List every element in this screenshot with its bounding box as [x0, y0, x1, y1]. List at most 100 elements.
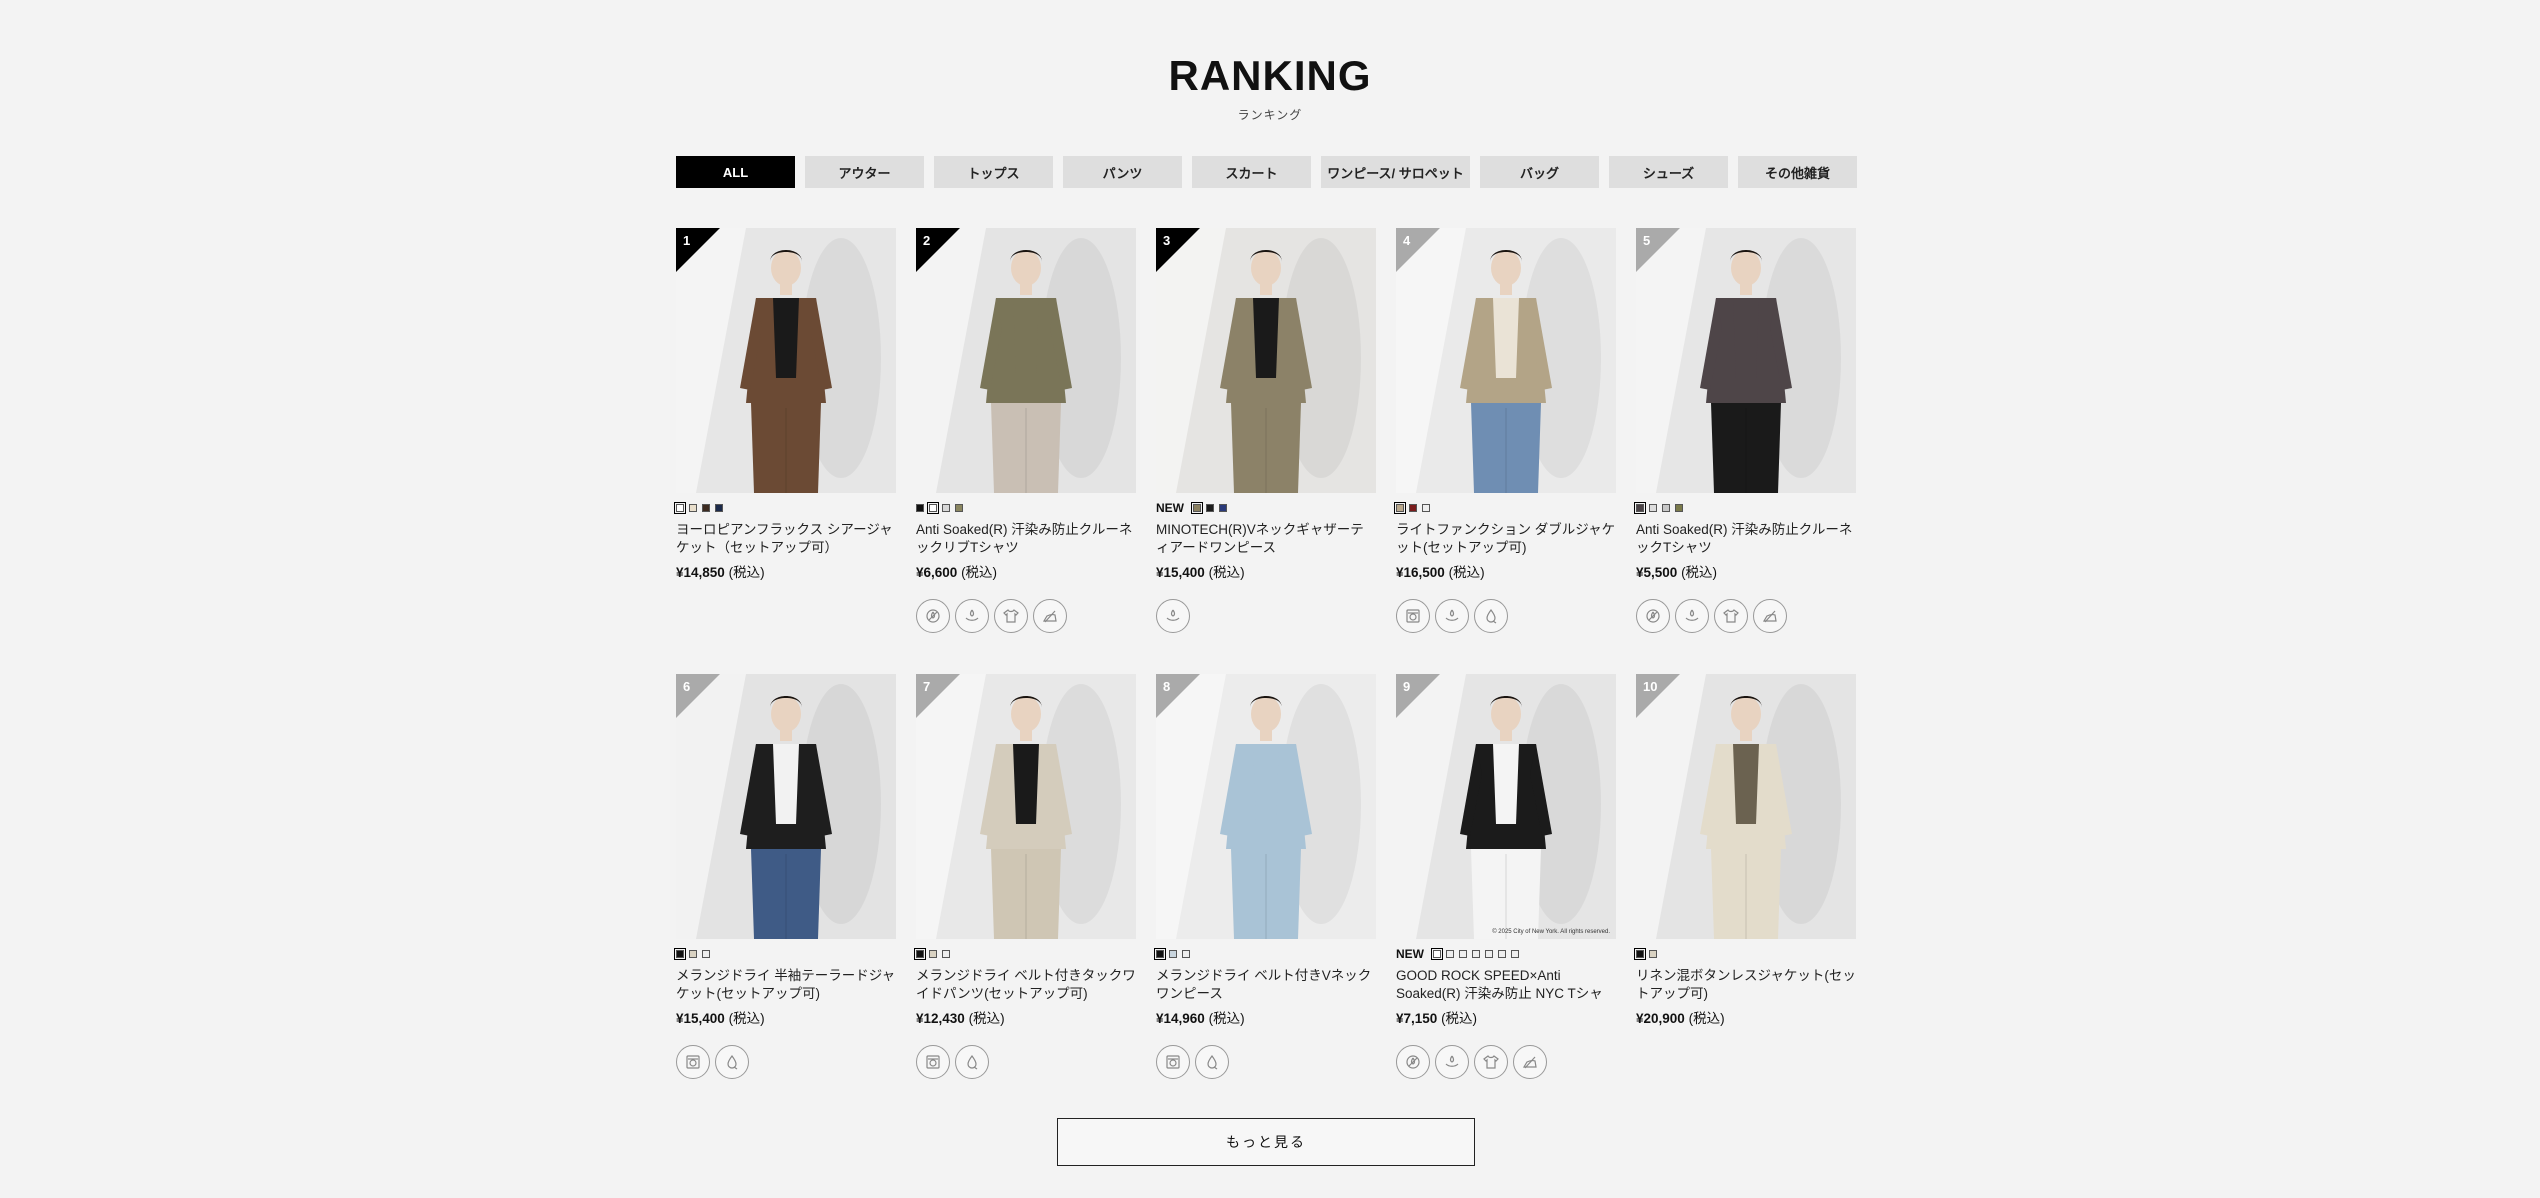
tab-onepiece[interactable]: ワンピース/ サロペット — [1321, 156, 1470, 188]
product-name[interactable]: ヨーロピアンフラックス シアージャケット（セットアップ可） — [676, 521, 896, 557]
color-swatch[interactable] — [1485, 950, 1493, 958]
product-card[interactable]: 5 Anti Soaked(R) 汗染み防止クルーネックTシャツ ¥5,500 (… — [1634, 228, 1856, 674]
color-swatch[interactable] — [1511, 950, 1519, 958]
tab-all[interactable]: ALL — [676, 156, 795, 188]
no-sweat-icon — [916, 599, 950, 633]
product-card[interactable]: 4 ライトファンクション ダブルジャケット(セットアップ可) ¥16,500 (税… — [1394, 228, 1616, 674]
tab-shoes[interactable]: シューズ — [1609, 156, 1728, 188]
see-more-button[interactable]: もっと見る — [1057, 1118, 1475, 1166]
color-swatch[interactable] — [1219, 504, 1227, 512]
color-swatch[interactable] — [1472, 950, 1480, 958]
product-card[interactable]: 10 リネン混ボタンレスジャケット(セットアップ可) ¥20,900 (税込) — [1634, 674, 1856, 1120]
product-image[interactable]: 10 — [1636, 674, 1856, 939]
no-iron-icon — [1033, 599, 1067, 633]
color-swatch[interactable] — [914, 948, 926, 960]
tshirt-icon — [994, 599, 1028, 633]
tab-skirt[interactable]: スカート — [1192, 156, 1311, 188]
product-name[interactable]: Anti Soaked(R) 汗染み防止クルーネックTシャツ — [1636, 521, 1856, 557]
tab-goods[interactable]: その他雑貨 — [1738, 156, 1857, 188]
product-image[interactable]: 8 — [1156, 674, 1376, 939]
product-price: ¥12,430 (税込) — [916, 1007, 1136, 1027]
product-card[interactable]: 2 Anti Soaked(R) 汗染み防止クルーネックリブTシャツ ¥6,600… — [916, 228, 1136, 674]
color-swatch[interactable] — [1649, 950, 1657, 958]
color-swatch[interactable] — [715, 504, 723, 512]
color-swatches: NEW — [1156, 501, 1376, 515]
product-name[interactable]: GOOD ROCK SPEED×Anti Soaked(R) 汗染み防止 NYC… — [1396, 967, 1616, 1003]
feature-icons — [916, 1045, 1136, 1079]
water-repellent-icon — [715, 1045, 749, 1079]
product-name[interactable]: メランジドライ 半袖テーラードジャケット(セットアップ可) — [676, 967, 896, 1003]
color-swatch[interactable] — [1634, 948, 1646, 960]
color-swatch[interactable] — [1394, 502, 1406, 514]
wash-icon — [1396, 599, 1430, 633]
color-swatch[interactable] — [1191, 502, 1203, 514]
color-swatch[interactable] — [1634, 502, 1646, 514]
color-swatch[interactable] — [929, 950, 937, 958]
price-value: ¥20,900 — [1636, 1011, 1685, 1026]
water-repellent-icon — [1195, 1045, 1229, 1079]
color-swatch[interactable] — [942, 504, 950, 512]
color-swatch[interactable] — [1206, 504, 1214, 512]
tab-outer[interactable]: アウター — [805, 156, 924, 188]
tab-bag[interactable]: バッグ — [1480, 156, 1599, 188]
color-swatch[interactable] — [927, 502, 939, 514]
color-swatch[interactable] — [1446, 950, 1454, 958]
color-swatch[interactable] — [1675, 504, 1683, 512]
tax-label: (税込) — [1208, 565, 1245, 580]
page-title: RANKING — [1168, 52, 1372, 99]
product-image[interactable]: 5 — [1636, 228, 1856, 493]
product-image[interactable]: 1 — [676, 228, 896, 493]
color-swatch[interactable] — [689, 504, 697, 512]
color-swatch[interactable] — [1431, 948, 1443, 960]
color-swatch[interactable] — [916, 504, 924, 512]
color-swatch[interactable] — [1662, 504, 1670, 512]
color-swatch[interactable] — [1649, 504, 1657, 512]
price-value: ¥12,430 — [916, 1011, 965, 1026]
product-name[interactable]: ライトファンクション ダブルジャケット(セットアップ可) — [1396, 521, 1616, 557]
color-swatch[interactable] — [674, 948, 686, 960]
color-swatches — [674, 947, 896, 961]
product-image[interactable]: 9 © 2025 City of New York. All rights re… — [1396, 674, 1616, 939]
product-image[interactable]: 2 — [916, 228, 1136, 493]
product-name[interactable]: リネン混ボタンレスジャケット(セットアップ可) — [1636, 967, 1856, 1003]
color-swatch[interactable] — [955, 504, 963, 512]
no-iron-icon — [1753, 599, 1787, 633]
color-swatch[interactable] — [1459, 950, 1467, 958]
product-image[interactable]: 4 — [1396, 228, 1616, 493]
product-card[interactable]: 1 ヨーロピアンフラックス シアージャケット（セットアップ可） ¥14,850 (… — [674, 228, 896, 674]
color-swatch[interactable] — [702, 950, 710, 958]
product-card[interactable]: 3 NEW MINOTECH(R)Vネックギャザーティアードワンピース ¥15,40… — [1156, 228, 1376, 674]
tax-label: (税込) — [1688, 1011, 1725, 1026]
product-price: ¥20,900 (税込) — [1636, 1007, 1856, 1027]
tab-pants[interactable]: パンツ — [1063, 156, 1182, 188]
color-swatch[interactable] — [1422, 504, 1430, 512]
no-sweat-icon — [1636, 599, 1670, 633]
tab-tops[interactable]: トップス — [934, 156, 1053, 188]
color-swatch[interactable] — [1409, 504, 1417, 512]
product-price: ¥14,850 (税込) — [676, 561, 896, 581]
color-swatch[interactable] — [674, 502, 686, 514]
product-name[interactable]: MINOTECH(R)Vネックギャザーティアードワンピース — [1156, 521, 1376, 557]
color-swatch[interactable] — [1154, 948, 1166, 960]
no-sweat-icon — [1396, 1045, 1430, 1079]
color-swatch[interactable] — [702, 504, 710, 512]
product-card[interactable]: 7 メランジドライ ベルト付きタックワイドパンツ(セットアップ可) ¥12,430… — [914, 674, 1136, 1120]
color-swatch[interactable] — [942, 950, 950, 958]
product-image[interactable]: 6 — [676, 674, 896, 939]
color-swatch[interactable] — [1498, 950, 1506, 958]
color-swatch[interactable] — [1182, 950, 1190, 958]
product-card[interactable]: 8 メランジドライ ベルト付きVネックワンピース ¥14,960 (税込) — [1154, 674, 1376, 1120]
no-iron-icon — [1513, 1045, 1547, 1079]
tax-label: (税込) — [1208, 1011, 1245, 1026]
product-image[interactable]: 7 — [916, 674, 1136, 939]
product-image[interactable]: 3 — [1156, 228, 1376, 493]
wash-icon — [916, 1045, 950, 1079]
feature-icons — [1156, 599, 1376, 633]
product-name[interactable]: メランジドライ ベルト付きタックワイドパンツ(セットアップ可) — [916, 967, 1136, 1003]
product-name[interactable]: Anti Soaked(R) 汗染み防止クルーネックリブTシャツ — [916, 521, 1136, 557]
color-swatch[interactable] — [689, 950, 697, 958]
product-card[interactable]: 9 © 2025 City of New York. All rights re… — [1396, 674, 1616, 1120]
color-swatch[interactable] — [1169, 950, 1177, 958]
product-name[interactable]: メランジドライ ベルト付きVネックワンピース — [1156, 967, 1376, 1003]
product-card[interactable]: 6 メランジドライ 半袖テーラードジャケット(セットアップ可) ¥15,400 (… — [674, 674, 896, 1120]
